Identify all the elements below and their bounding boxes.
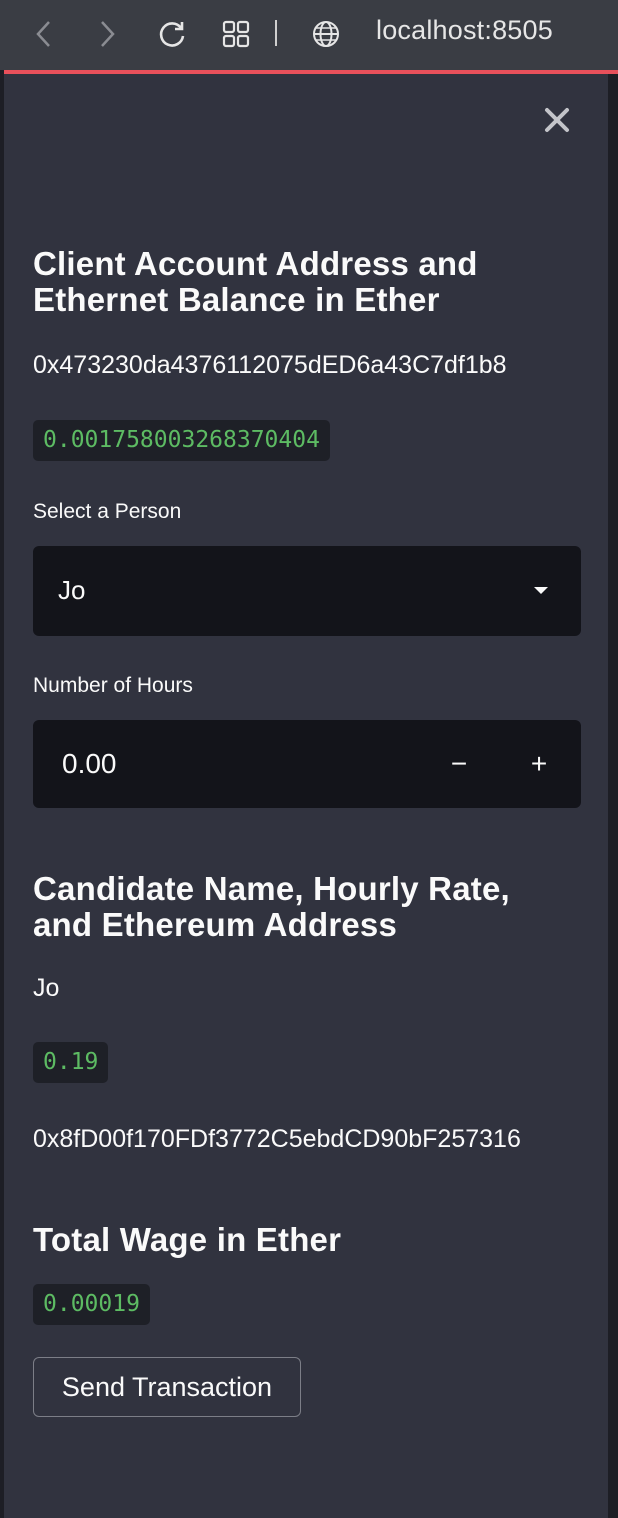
close-sidebar-icon[interactable] (538, 100, 576, 140)
select-person-value: Jo (58, 575, 86, 605)
main-area-edge (608, 74, 618, 1518)
total-wage-heading: Total Wage in Ether (33, 1221, 342, 1258)
select-person-dropdown[interactable]: Jo (33, 546, 581, 636)
reload-icon[interactable] (152, 14, 192, 54)
chevron-down-icon (534, 587, 548, 594)
toolbar-divider (275, 20, 277, 46)
increment-button[interactable]: + (499, 720, 579, 808)
candidate-heading: Candidate Name, Hourly Rate, and Ethereu… (33, 870, 510, 943)
candidate-hourly-rate: 0.19 (33, 1042, 109, 1083)
globe-icon (306, 14, 346, 54)
select-person-label: Select a Person (33, 500, 182, 523)
send-transaction-button[interactable]: Send Transaction (33, 1357, 301, 1417)
hours-field[interactable]: 0.00 (33, 720, 418, 808)
tabs-grid-icon[interactable] (216, 14, 256, 54)
client-balance-value: 0.001758003268370404 (33, 420, 330, 461)
decrement-button[interactable]: − (419, 720, 499, 808)
back-icon[interactable] (24, 14, 64, 54)
total-wage-value: 0.00019 (33, 1284, 150, 1325)
candidate-name: Jo (33, 974, 60, 1002)
address-bar-url[interactable]: localhost:8505 (376, 15, 553, 46)
forward-icon[interactable] (87, 14, 127, 54)
client-account-heading: Client Account Address and Ethernet Bala… (33, 245, 478, 318)
hours-value: 0.00 (62, 748, 117, 779)
number-of-hours-input: 0.00 − + (33, 720, 581, 808)
number-of-hours-label: Number of Hours (33, 674, 193, 697)
candidate-ethereum-address: 0x8fD00f170FDf3772C5ebdCD90bF257316 (33, 1125, 521, 1153)
client-account-address: 0x473230da4376112075dED6a43C7df1b8 (33, 351, 507, 379)
browser-toolbar: localhost:8505 (0, 0, 618, 70)
